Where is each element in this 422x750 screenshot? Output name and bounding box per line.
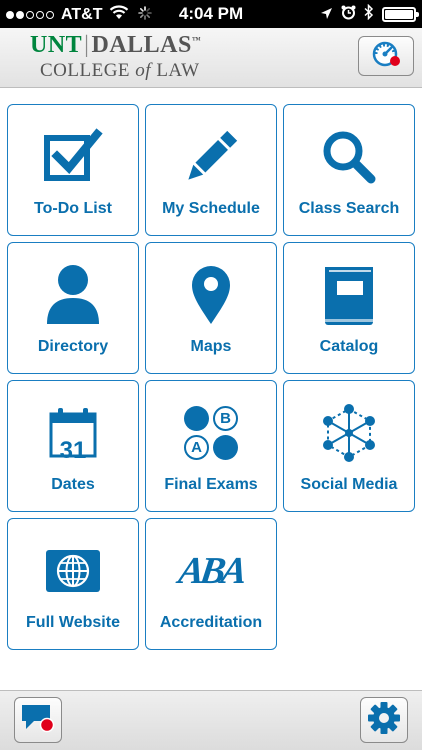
bluetooth-icon [364, 3, 374, 25]
calendar-icon: 31 [8, 401, 138, 465]
logo-college-of-law: COLLEGE of LAW [40, 60, 200, 82]
tile-label: Full Website [26, 614, 120, 631]
tile-label: Social Media [300, 476, 398, 493]
settings-button[interactable] [360, 697, 408, 743]
tile-class-search[interactable]: Class Search [283, 104, 415, 236]
tile-directory[interactable]: Directory [7, 242, 139, 374]
speedometer-icon [370, 40, 402, 73]
tile-label: Dates [51, 476, 95, 493]
chat-button[interactable] [14, 697, 62, 743]
status-right [320, 3, 419, 25]
tile-label: My Schedule [162, 200, 260, 217]
magnifier-icon [284, 125, 414, 189]
tile-label: Class Search [298, 200, 400, 217]
logo-trademark: ™ [191, 35, 202, 45]
answer-bubbles-icon: B A [146, 401, 276, 465]
bubble-filled [184, 406, 209, 431]
person-icon [8, 263, 138, 327]
tile-maps[interactable]: Maps [145, 242, 277, 374]
tile-full-website[interactable]: Full Website [7, 518, 139, 650]
tile-label: To-Do List [34, 200, 112, 217]
map-pin-icon [146, 263, 276, 327]
chat-bubble-icon [20, 702, 56, 739]
bubble-b: B [213, 406, 238, 431]
tile-label: Catalog [319, 338, 379, 355]
aba-logo-icon: ABA [146, 539, 276, 603]
tile-label: Final Exams [164, 476, 258, 493]
logo-law-text: LAW [156, 60, 200, 81]
tile-accreditation[interactable]: ABA Accreditation [145, 518, 277, 650]
tile-final-exams[interactable]: B A Final Exams [145, 380, 277, 512]
gear-icon [367, 701, 401, 740]
tile-label: Maps [190, 338, 232, 355]
globe-icon [8, 539, 138, 603]
bubble-filled [213, 435, 238, 460]
location-arrow-icon [320, 5, 333, 25]
logo-of-text: of [135, 60, 152, 81]
tile-my-schedule[interactable]: My Schedule [145, 104, 277, 236]
pencil-icon [146, 125, 276, 189]
tile-social-media[interactable]: Social Media [283, 380, 415, 512]
battery-icon [382, 7, 419, 22]
checkbox-icon [8, 125, 138, 189]
tile-dates[interactable]: 31 Dates [7, 380, 139, 512]
status-bar: AT&T 4:04 PM [0, 0, 422, 28]
logo-college-text: COLLEGE [40, 60, 131, 81]
alarm-clock-icon [341, 5, 356, 25]
calendar-day-number: 31 [59, 437, 87, 464]
bubble-a: A [184, 435, 209, 460]
network-icon [284, 401, 414, 465]
book-icon [284, 263, 414, 327]
logo-unt-text: UNT [30, 32, 83, 58]
tile-todo-list[interactable]: To-Do List [7, 104, 139, 236]
tile-label: Accreditation [159, 614, 263, 631]
logo-dallas-text: DALLAS [91, 32, 192, 58]
aba-logo-text: ABA [176, 550, 246, 592]
logo-unt-dallas: UNT|DALLAS™ [30, 32, 202, 58]
tile-catalog[interactable]: Catalog [283, 242, 415, 374]
app-footer [0, 690, 422, 750]
tile-label: Directory [37, 338, 109, 355]
dashboard-button[interactable] [358, 36, 414, 76]
app-header: UNT|DALLAS™ COLLEGE of LAW [0, 28, 422, 88]
